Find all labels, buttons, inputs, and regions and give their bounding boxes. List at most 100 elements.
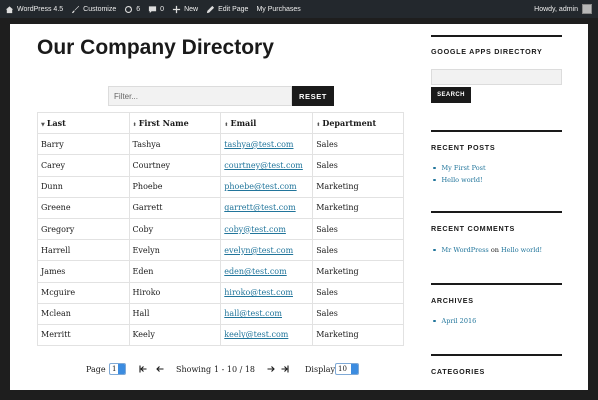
site-name: WordPress 4.5 xyxy=(17,5,64,13)
archive-link[interactable]: April 2016 xyxy=(442,317,477,325)
display-select-value: 10 xyxy=(338,365,347,373)
department-cell: Sales xyxy=(312,239,404,262)
email-link[interactable]: garrett@test.com xyxy=(224,203,295,212)
admin-bar-account[interactable]: Howdy, admin xyxy=(534,4,598,14)
comment-author-link[interactable]: Mr WordPress xyxy=(442,246,489,254)
recent-post-link[interactable]: Hello world! xyxy=(442,176,483,184)
column-header-department[interactable]: ⬍ Department xyxy=(312,111,404,135)
reset-button[interactable]: RESET xyxy=(292,86,334,106)
select-arrow-icon xyxy=(118,364,125,374)
page-label: Page xyxy=(86,365,106,374)
admin-bar-customize[interactable]: Customize xyxy=(67,0,120,18)
first-name-cell: Coby xyxy=(128,217,222,241)
avatar xyxy=(582,4,592,14)
display-select[interactable]: 10 xyxy=(335,363,359,375)
widget-divider xyxy=(431,35,562,37)
email-cell: hiroko@test.com xyxy=(220,281,314,304)
admin-bar-my-purchases[interactable]: My Purchases xyxy=(252,0,304,18)
department-cell: Marketing xyxy=(312,260,404,283)
table-body: Barry Tashya tashya@test.com Sales Carey Cour… xyxy=(37,133,404,347)
first-page-icon[interactable] xyxy=(138,364,148,374)
column-header-first-name[interactable]: ⬍ First Name xyxy=(128,111,222,135)
department-cell: Sales xyxy=(312,281,404,304)
email-cell: evelyn@test.com xyxy=(220,239,314,262)
page-select[interactable]: 1 xyxy=(109,363,126,375)
email-link[interactable]: keely@test.com xyxy=(224,330,288,339)
table-row: James Eden eden@test.com Marketing xyxy=(37,260,404,283)
howdy-label: Howdy, admin xyxy=(534,5,578,13)
updates-icon xyxy=(125,5,133,13)
sort-icon: ⬍ xyxy=(224,122,229,129)
email-link[interactable]: hall@test.com xyxy=(224,309,282,318)
directory-table: ▼ Last ⬍ First Name ⬍ Email ⬍ Department Bar… xyxy=(37,111,404,347)
column-header-last[interactable]: ▼ Last xyxy=(37,111,130,135)
first-name-cell: Tashya xyxy=(128,133,222,156)
last-name-cell: Mclean xyxy=(37,302,130,325)
department-cell: Sales xyxy=(312,154,404,177)
department-cell: Marketing xyxy=(312,175,404,198)
last-name-cell: Carey xyxy=(37,154,130,177)
list-item: Mr WordPress on Hello world! xyxy=(431,244,542,256)
admin-bar-updates[interactable]: 6 xyxy=(120,0,144,18)
directory-search-input[interactable] xyxy=(431,69,562,85)
plus-icon xyxy=(172,5,181,13)
edit-page-label: Edit Page xyxy=(218,5,249,13)
filter-input[interactable]: Filter... xyxy=(108,86,292,106)
comment-icon xyxy=(149,5,157,13)
comment-post-link[interactable]: Hello world! xyxy=(501,246,542,254)
admin-bar-comments[interactable]: 0 xyxy=(144,0,168,18)
previous-page-icon[interactable] xyxy=(155,364,165,374)
table-row: Mcguire Hiroko hiroko@test.com Sales xyxy=(37,281,404,304)
admin-bar-site[interactable]: WordPress 4.5 xyxy=(0,0,67,18)
table-row: Merritt Keely keely@test.com Marketing xyxy=(37,323,404,347)
widget-divider xyxy=(431,130,562,132)
column-header-label: First Name xyxy=(138,118,189,129)
last-name-cell: Gregory xyxy=(37,217,130,241)
column-header-email[interactable]: ⬍ Email xyxy=(220,111,314,135)
select-arrow-icon xyxy=(351,364,358,374)
sort-icon: ⬍ xyxy=(316,122,321,129)
email-link[interactable]: hiroko@test.com xyxy=(224,288,293,297)
pencil-icon xyxy=(206,5,215,13)
next-page-icon[interactable] xyxy=(266,364,276,374)
email-link[interactable]: tashya@test.com xyxy=(224,140,293,149)
email-cell: coby@test.com xyxy=(220,217,314,241)
email-link[interactable]: courtney@test.com xyxy=(224,161,303,170)
sort-desc-icon: ▼ xyxy=(41,122,45,129)
last-name-cell: Merritt xyxy=(37,323,130,347)
recent-post-link[interactable]: My First Post xyxy=(442,164,486,172)
filter-placeholder: Filter... xyxy=(114,91,139,101)
bullet-icon xyxy=(433,178,436,182)
first-name-cell: Keely xyxy=(128,323,222,347)
admin-bar-edit-page[interactable]: Edit Page xyxy=(202,0,252,18)
email-link[interactable]: eden@test.com xyxy=(224,267,286,276)
table-row: Carey Courtney courtney@test.com Sales xyxy=(37,154,404,177)
paintbrush-icon xyxy=(72,5,80,13)
last-page-icon[interactable] xyxy=(280,364,290,374)
my-purchases-label: My Purchases xyxy=(256,5,301,13)
first-name-cell: Hall xyxy=(128,302,222,325)
widget-divider xyxy=(431,283,562,285)
categories-title: CATEGORIES xyxy=(431,367,485,376)
list-item: Hello world! xyxy=(431,174,486,186)
sort-icon: ⬍ xyxy=(132,122,137,129)
showing-label: Showing xyxy=(176,365,212,374)
email-cell: eden@test.com xyxy=(220,260,314,283)
comments-count: 0 xyxy=(160,5,165,13)
email-cell: phoebe@test.com xyxy=(220,175,314,198)
email-link[interactable]: coby@test.com xyxy=(224,225,286,234)
email-link[interactable]: phoebe@test.com xyxy=(224,182,296,191)
search-button[interactable]: SEARCH xyxy=(431,87,471,103)
first-name-cell: Garrett xyxy=(128,196,222,219)
new-label: New xyxy=(184,5,199,13)
first-name-cell: Courtney xyxy=(128,154,222,177)
department-cell: Marketing xyxy=(312,196,404,219)
recent-posts-list: My First Post Hello world! xyxy=(431,162,486,186)
admin-bar-new[interactable]: New xyxy=(168,0,202,18)
customize-label: Customize xyxy=(83,5,117,13)
table-row: Greene Garrett garrett@test.com Marketing xyxy=(37,196,404,219)
department-cell: Sales xyxy=(312,302,404,325)
page-select-value: 1 xyxy=(112,365,117,373)
archives-list: April 2016 xyxy=(431,315,476,327)
email-link[interactable]: evelyn@test.com xyxy=(224,246,293,255)
